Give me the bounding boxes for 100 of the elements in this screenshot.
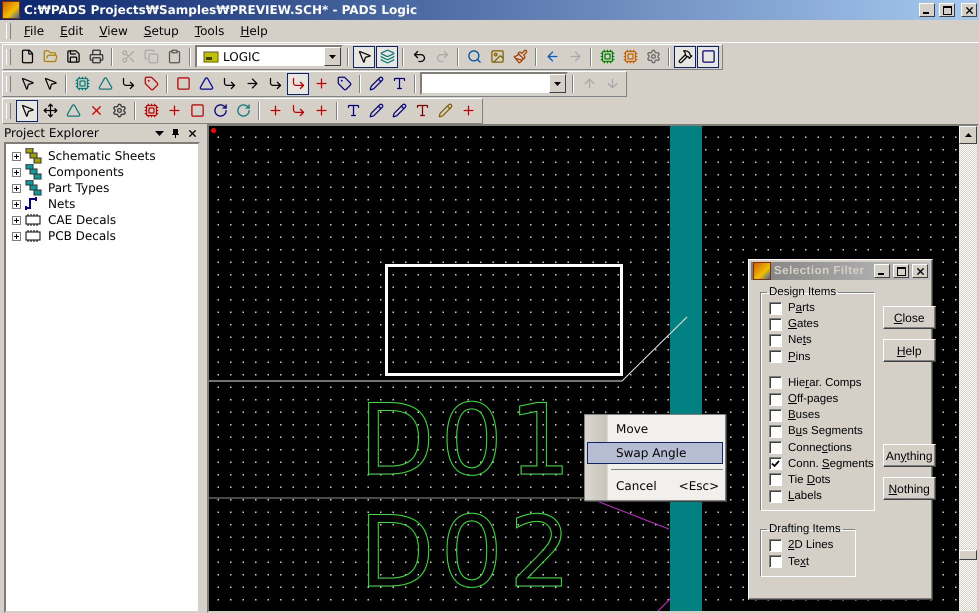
wire-icon (290, 103, 306, 118)
tree-item[interactable]: CAE Decals (48, 213, 116, 227)
block-icon (190, 103, 204, 118)
gate-icon (198, 76, 214, 91)
checkbox-label[interactable]: Off-pages (788, 393, 838, 406)
app-logo-icon (2, 1, 20, 19)
checkbox-label[interactable]: Text (788, 556, 810, 568)
maximize-button[interactable] (939, 3, 955, 17)
expander-icon[interactable] (12, 216, 21, 224)
checkbox[interactable] (769, 424, 782, 438)
text-icon (392, 76, 406, 91)
dropdown-value: LOGIC (222, 50, 261, 64)
dialog-button[interactable]: Help (882, 339, 936, 362)
checkbox[interactable] (769, 392, 782, 406)
toolbar-button[interactable] (697, 46, 719, 68)
wire-icon (120, 76, 136, 91)
checkbox[interactable] (769, 318, 782, 331)
tree-item[interactable]: Part Types (48, 181, 110, 195)
checkbox[interactable] (769, 302, 782, 315)
maximize-button[interactable] (893, 264, 909, 278)
expander-icon[interactable] (12, 152, 21, 160)
clipboard-icon (166, 49, 182, 64)
expander-icon[interactable] (12, 200, 21, 208)
layers-icon (380, 49, 394, 64)
toolbar-button[interactable] (287, 72, 309, 94)
menu-item[interactable]: File (17, 22, 52, 40)
tree-item[interactable]: Components (48, 165, 124, 179)
checkbox-label[interactable]: Hierar. Comps (788, 376, 862, 389)
menu-item[interactable]: Edit (53, 22, 90, 40)
checkbox-label[interactable]: Labels (788, 490, 822, 502)
menu-item[interactable]: Setup (136, 22, 186, 40)
dropdown-field[interactable]: LOGIC (195, 45, 343, 68)
toolbar-button[interactable] (353, 46, 375, 68)
toolbar-button[interactable] (376, 46, 398, 68)
checkbox-label[interactable]: Conn. Segments (788, 458, 874, 470)
checkbox[interactable] (769, 555, 782, 568)
expander-icon[interactable] (12, 232, 21, 240)
pin-icon[interactable] (172, 128, 179, 138)
checkbox[interactable] (769, 376, 782, 390)
toolbar-button[interactable] (16, 100, 38, 122)
menu-item[interactable]: Help (233, 22, 275, 40)
part-reference-label: D01 (359, 392, 578, 490)
pencil-icon (368, 103, 384, 118)
menu-item[interactable]: View (92, 22, 135, 40)
pointer-icon (20, 76, 34, 91)
minimize-button[interactable] (919, 3, 935, 17)
checkbox[interactable] (769, 490, 782, 503)
menu-item[interactable]: Tools (188, 22, 232, 40)
file-icon (20, 49, 34, 64)
dropdown-caret-icon[interactable] (155, 130, 164, 136)
menu-item[interactable]: Cancel <Esc> (587, 475, 723, 497)
dropdown-field[interactable] (420, 72, 568, 95)
checkbox-label[interactable]: Bus Segments (788, 425, 863, 438)
toolbar-button[interactable] (674, 46, 696, 68)
vertical-scrollbar[interactable] (959, 126, 977, 611)
block-icon (176, 76, 190, 91)
scroll-up-button[interactable] (959, 126, 977, 144)
tree-item[interactable]: Nets (48, 197, 76, 211)
checkbox[interactable] (769, 408, 782, 422)
checkbox-label[interactable]: 2D Lines (788, 539, 834, 552)
pencil-icon (392, 103, 406, 118)
checkbox-label[interactable]: Tie Dots (788, 474, 830, 486)
stacked-blocks-icon (23, 148, 43, 164)
window-icon (700, 49, 716, 64)
scroll-thumb[interactable] (959, 550, 977, 560)
add-icon (460, 103, 476, 118)
expander-icon[interactable] (12, 184, 21, 192)
down-arrow-icon (604, 76, 620, 91)
checkbox-label[interactable]: Parts (788, 302, 815, 314)
close-button[interactable] (912, 264, 928, 278)
checkbox-label[interactable]: Gates (788, 318, 819, 330)
checkbox[interactable] (769, 441, 782, 454)
caret-icon (554, 82, 561, 86)
checkbox-label[interactable]: Connections (788, 442, 852, 454)
checkbox[interactable] (769, 334, 782, 347)
undo-icon (412, 49, 426, 64)
checkbox-label[interactable]: Pins (788, 350, 810, 363)
dialog-button[interactable]: Close (882, 306, 936, 329)
menu-item[interactable]: Move (587, 418, 723, 440)
brush-icon (512, 49, 528, 64)
menu-item[interactable]: Swap Angle (587, 442, 723, 464)
group-title: Design Items (768, 286, 838, 298)
close-icon[interactable] (187, 128, 198, 138)
right-arrow-icon (244, 76, 260, 91)
checkbox[interactable] (769, 350, 782, 364)
expander-icon[interactable] (12, 168, 21, 176)
checkbox[interactable] (769, 457, 782, 470)
checkbox-label[interactable]: Buses (788, 409, 820, 422)
minimize-button[interactable] (874, 264, 890, 278)
checkbox[interactable] (769, 473, 782, 486)
dialog-button[interactable]: Nothing (882, 477, 936, 500)
chip-icon (622, 49, 638, 64)
checkbox-label[interactable]: Nets (788, 334, 812, 346)
dialog-button[interactable]: Anything (882, 444, 936, 467)
tag-icon (144, 76, 158, 91)
close-button[interactable] (961, 3, 977, 17)
tree-item[interactable]: PCB Decals (48, 229, 116, 243)
tree-item[interactable]: Schematic Sheets (48, 149, 156, 163)
image-icon (490, 49, 504, 64)
checkbox[interactable] (769, 538, 782, 552)
